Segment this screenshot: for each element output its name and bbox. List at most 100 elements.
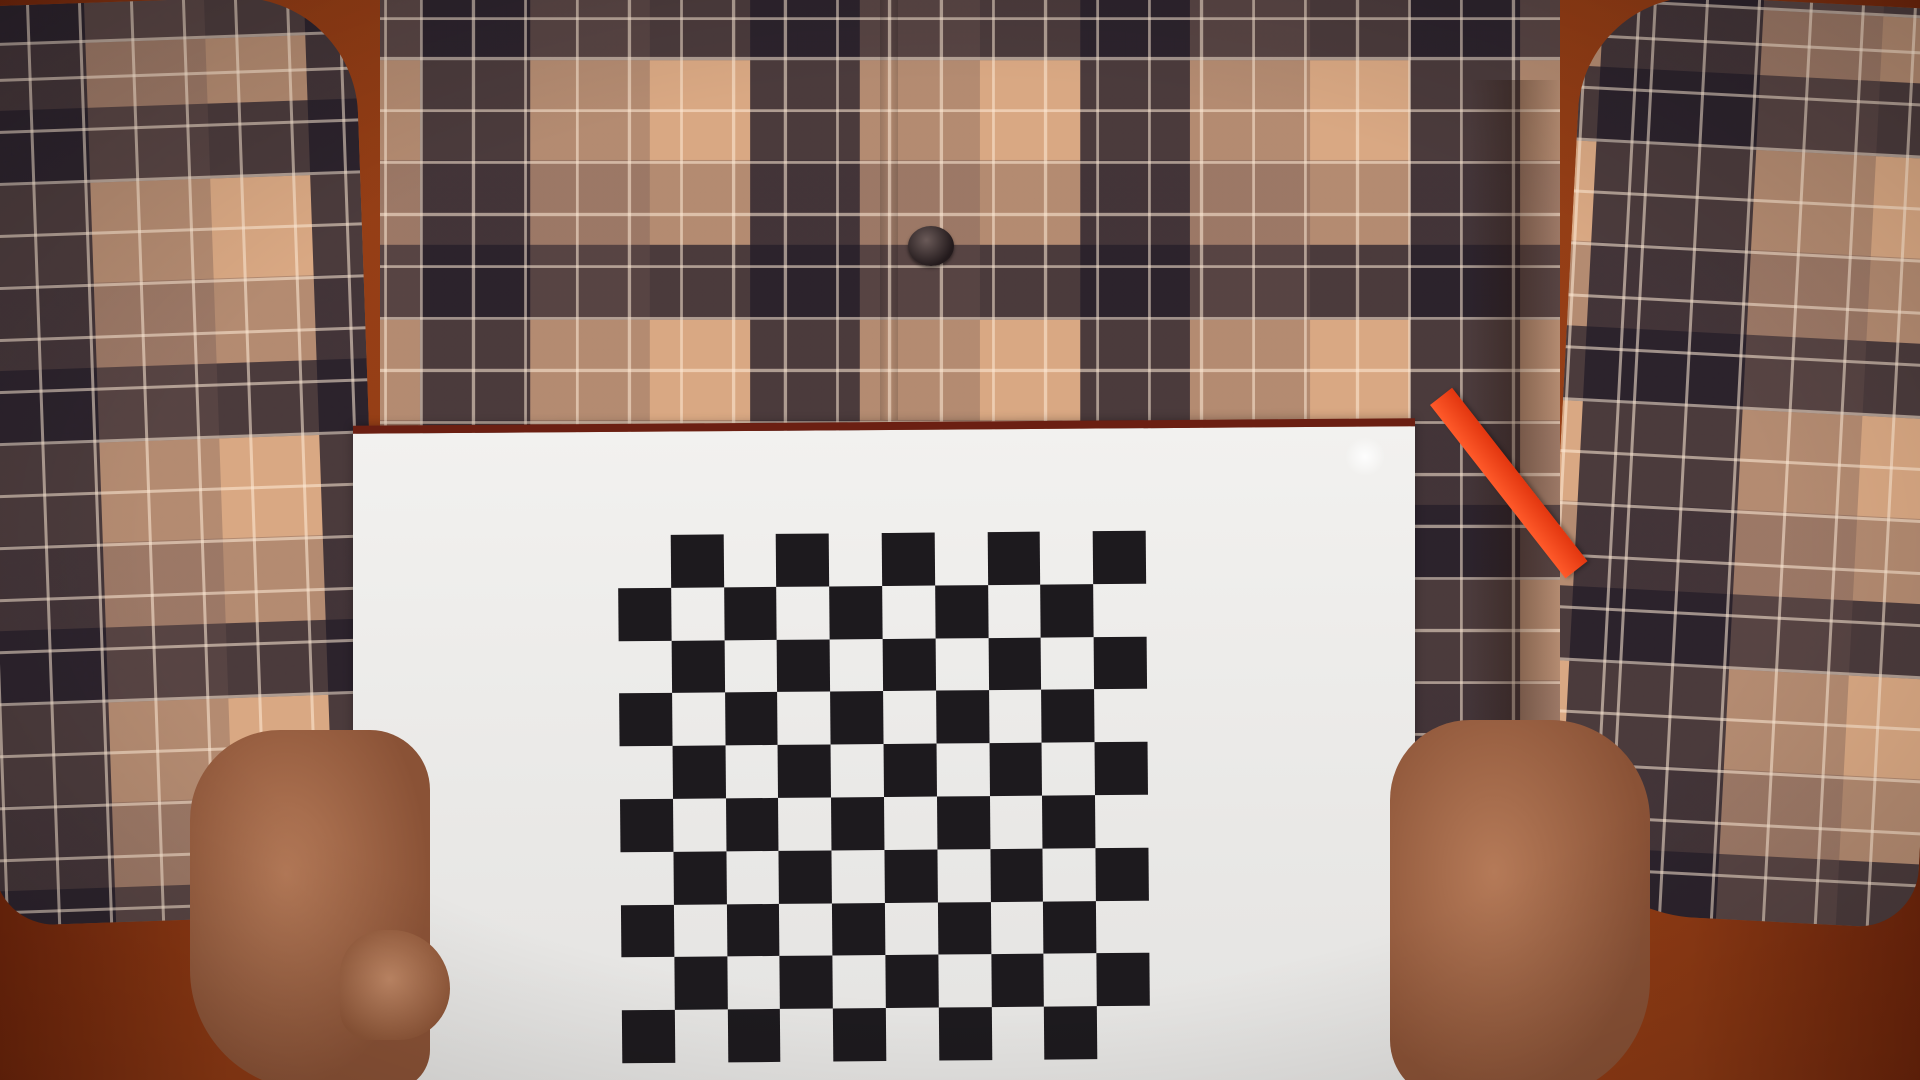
- checker-square-light: [830, 639, 883, 692]
- checker-square-dark: [620, 904, 675, 958]
- checker-square-dark: [885, 954, 939, 1009]
- checker-square-light: [780, 1009, 833, 1062]
- checker-square-dark: [723, 586, 778, 640]
- checker-square-light: [1094, 689, 1147, 742]
- checker-square-light: [829, 533, 882, 586]
- checker-square-light: [884, 797, 937, 850]
- checker-square-dark: [1093, 636, 1148, 690]
- shirt-button: [908, 226, 954, 266]
- checker-square-light: [727, 956, 780, 1009]
- checker-square-dark: [938, 1007, 992, 1061]
- checker-square-dark: [989, 742, 1043, 797]
- checker-square-dark: [883, 743, 937, 797]
- checker-square-dark: [935, 690, 990, 744]
- checker-square-light: [990, 901, 1043, 954]
- checker-square-dark: [777, 744, 832, 798]
- checker-square-dark: [776, 533, 830, 587]
- checker-square-light: [777, 692, 830, 745]
- checker-square-light: [1044, 954, 1097, 1007]
- checker-square-dark: [779, 955, 834, 1010]
- checker-square-dark: [934, 584, 989, 639]
- checker-square-dark: [670, 534, 724, 588]
- checker-square-dark: [672, 745, 726, 799]
- shirt-placket: [880, 0, 898, 420]
- checker-square-light: [937, 849, 990, 902]
- checker-square-dark: [673, 851, 727, 905]
- checker-square-dark: [1044, 1006, 1098, 1060]
- checker-square-light: [621, 957, 674, 1010]
- checker-square-dark: [777, 639, 831, 693]
- checker-square-light: [1040, 531, 1093, 584]
- checker-square-dark: [1040, 583, 1094, 638]
- checker-square-dark: [726, 903, 780, 957]
- checker-square-dark: [1092, 530, 1147, 584]
- checker-square-light: [1093, 584, 1146, 637]
- checkerboard-pattern: [618, 530, 1151, 1064]
- checker-square-dark: [936, 796, 991, 850]
- checker-square-light: [723, 534, 776, 587]
- checker-square-light: [1043, 848, 1096, 901]
- checker-square-light: [935, 638, 988, 691]
- checker-square-dark: [1041, 689, 1095, 743]
- checker-square-light: [991, 1007, 1044, 1060]
- checker-square-light: [619, 640, 672, 693]
- checker-square-light: [833, 955, 886, 1008]
- checker-square-light: [671, 587, 724, 640]
- checker-square-dark: [1096, 953, 1150, 1007]
- checker-square-dark: [1095, 847, 1149, 901]
- checker-square-dark: [1094, 741, 1148, 796]
- checker-square-light: [675, 1010, 728, 1063]
- checker-square-light: [938, 954, 991, 1007]
- checker-square-light: [882, 585, 935, 638]
- checker-square-light: [1096, 900, 1149, 953]
- checker-square-dark: [988, 637, 1042, 691]
- checker-square-light: [618, 535, 671, 588]
- checker-square-dark: [727, 1009, 781, 1063]
- checker-square-light: [1041, 637, 1094, 690]
- checker-square-light: [989, 690, 1042, 743]
- checker-square-light: [886, 1008, 939, 1061]
- checker-square-dark: [620, 798, 674, 853]
- checker-square-light: [726, 851, 779, 904]
- checker-square-dark: [618, 587, 672, 641]
- checker-square-dark: [829, 585, 883, 640]
- board-glare: [1345, 436, 1385, 477]
- checker-square-dark: [990, 848, 1044, 902]
- checker-square-dark: [725, 797, 779, 852]
- checker-square-light: [725, 745, 778, 798]
- checker-square-light: [620, 746, 673, 799]
- checker-square-light: [673, 798, 726, 851]
- checker-square-light: [1097, 1006, 1150, 1059]
- checker-square-dark: [937, 901, 991, 955]
- checker-square-dark: [674, 956, 728, 1011]
- right-hand: [1390, 720, 1650, 1080]
- photo-scene: [0, 0, 1920, 1080]
- checker-square-light: [778, 797, 831, 850]
- checker-square-light: [831, 744, 884, 797]
- checker-square-light: [988, 584, 1041, 637]
- checker-square-dark: [987, 531, 1041, 585]
- checker-square-light: [1042, 742, 1095, 795]
- checker-square-light: [779, 903, 832, 956]
- checker-square-light: [777, 586, 830, 639]
- checker-square-light: [883, 691, 936, 744]
- checker-square-light: [990, 796, 1043, 849]
- checker-square-dark: [882, 638, 936, 692]
- checker-square-dark: [833, 1008, 887, 1062]
- checker-square-dark: [671, 639, 725, 694]
- checker-square-dark: [884, 849, 938, 903]
- checker-square-light: [936, 743, 989, 796]
- checker-square-dark: [619, 693, 673, 747]
- checker-square-dark: [1043, 900, 1097, 954]
- checker-square-light: [1095, 795, 1148, 848]
- checker-square-light: [832, 850, 885, 903]
- checker-square-light: [674, 904, 727, 957]
- checker-square-dark: [724, 692, 778, 746]
- checker-square-dark: [830, 691, 884, 745]
- checker-square-light: [672, 693, 725, 746]
- checker-square-dark: [881, 532, 935, 586]
- checker-square-light: [885, 902, 938, 955]
- checker-square-light: [724, 640, 777, 693]
- checker-square-dark: [990, 953, 1045, 1008]
- checker-square-dark: [621, 1010, 676, 1064]
